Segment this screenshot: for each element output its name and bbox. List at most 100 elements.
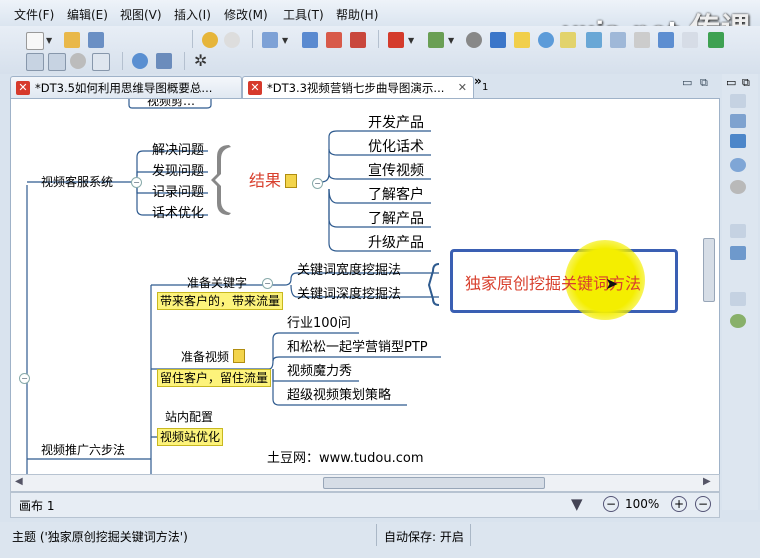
- boundary-icon[interactable]: [326, 32, 342, 48]
- panel-restore-icon-3[interactable]: [730, 292, 746, 306]
- sheet-tab[interactable]: 画布 1: [19, 497, 54, 514]
- node-site-config[interactable]: 站内配置: [165, 409, 213, 425]
- note-icon[interactable]: [285, 174, 298, 188]
- chevron-down-icon[interactable]: ▼: [46, 36, 52, 45]
- node-tudou[interactable]: 土豆网：www.tudou.com: [267, 451, 424, 467]
- tab-dt35[interactable]: ✕ *DT3.5如何利用思维导图概要总...: [10, 76, 242, 99]
- tab-dt33[interactable]: ✕ *DT3.3视频营销七步曲导图演示... ✕: [242, 76, 474, 99]
- node-video-child-1[interactable]: 行业100问: [287, 316, 351, 332]
- filter-icon[interactable]: ▼: [571, 495, 583, 513]
- partial-node-top[interactable]: 视频剪…: [147, 99, 195, 109]
- markers-icon[interactable]: [730, 246, 746, 260]
- node-result-child-5[interactable]: 了解产品: [368, 211, 424, 227]
- node-keyword-prep[interactable]: 准备关键字: [187, 275, 247, 291]
- node-result-child-3[interactable]: 宣传视频: [368, 163, 424, 179]
- copy-icon[interactable]: [682, 32, 698, 48]
- hyperlink-icon[interactable]: [490, 32, 506, 48]
- globe-icon[interactable]: [538, 32, 554, 48]
- save-icon[interactable]: [88, 32, 104, 48]
- properties-icon[interactable]: [730, 134, 746, 148]
- node-keyword-breadth[interactable]: 关键词宽度挖掘法: [297, 263, 401, 279]
- node-record-problem[interactable]: 记录问题: [152, 185, 204, 201]
- scroll-right-icon[interactable]: ▶: [703, 476, 711, 487]
- outline-view-icon[interactable]: [730, 114, 746, 128]
- panel-minimize-icon[interactable]: ▭: [726, 76, 736, 89]
- panel-maximize-icon[interactable]: ⧉: [742, 76, 750, 90]
- label-site-note[interactable]: 视频站优化: [157, 428, 224, 446]
- node-solve-problem[interactable]: 解决问题: [152, 143, 204, 159]
- chevron-down-icon[interactable]: ▼: [448, 36, 454, 45]
- menu-insert[interactable]: 插入(I): [174, 6, 211, 23]
- vertical-scroll-thumb[interactable]: [703, 238, 715, 302]
- horizontal-scrollbar[interactable]: ◀ ▶: [10, 474, 720, 492]
- node-keyword-depth[interactable]: 关键词深度挖掘法: [297, 287, 401, 303]
- menu-tools[interactable]: 工具(T): [283, 6, 324, 23]
- menu-file[interactable]: 文件(F): [14, 6, 54, 23]
- chevron-down-icon[interactable]: ▼: [408, 36, 414, 45]
- node-script-optimize[interactable]: 话术优化: [152, 206, 204, 222]
- export-icon[interactable]: [708, 32, 724, 48]
- panel-restore-icon[interactable]: [730, 94, 746, 108]
- table-icon[interactable]: [48, 53, 66, 71]
- mindmap-canvas[interactable]: 视频剪… 视频客服系统 − 解决问题 发现问题 记录问题 话术优化 结果 − 开…: [10, 98, 720, 476]
- cut-icon[interactable]: [634, 32, 650, 48]
- zoom-level[interactable]: 100%: [625, 497, 659, 511]
- redo-icon[interactable]: [224, 32, 240, 48]
- vertical-scrollbar[interactable]: [700, 98, 718, 474]
- search-icon[interactable]: [730, 158, 746, 172]
- share-icon[interactable]: [156, 53, 172, 69]
- node-video-child-3[interactable]: 视频魔力秀: [287, 364, 352, 380]
- collapse-toggle-icon[interactable]: −: [312, 178, 323, 189]
- menu-edit[interactable]: 编辑(E): [67, 6, 108, 23]
- label-icon[interactable]: [586, 32, 602, 48]
- tab-overflow-count[interactable]: 1: [482, 82, 488, 93]
- attachment-icon[interactable]: [466, 32, 482, 48]
- collapse-toggle-icon[interactable]: −: [131, 177, 142, 188]
- zoom-in-button[interactable]: +: [671, 496, 687, 512]
- maximize-icon[interactable]: ⧉: [700, 76, 708, 90]
- node-video-child-2[interactable]: 和松松一起学营销型PTP: [287, 340, 428, 356]
- label-video-note[interactable]: 留住客户，留住流量: [157, 369, 272, 387]
- node-result-child-1[interactable]: 开发产品: [368, 115, 424, 131]
- note-icon[interactable]: [233, 349, 246, 363]
- upload-icon[interactable]: [132, 53, 148, 69]
- open-folder-icon[interactable]: [64, 32, 80, 48]
- node-find-problem[interactable]: 发现问题: [152, 164, 204, 180]
- node-video-prep[interactable]: 准备视频: [181, 349, 246, 365]
- clock-icon[interactable]: [730, 180, 746, 194]
- collapse-toggle-icon[interactable]: −: [19, 373, 30, 384]
- zoom-out-button-2[interactable]: −: [695, 496, 711, 512]
- zoom-out-button[interactable]: −: [603, 496, 619, 512]
- menu-help[interactable]: 帮助(H): [336, 6, 378, 23]
- spreadsheet-icon[interactable]: [658, 32, 674, 48]
- node-video-promotion[interactable]: 视频推广六步法: [41, 442, 125, 458]
- menu-view[interactable]: 视图(V): [120, 6, 162, 23]
- undo-icon[interactable]: [202, 32, 218, 48]
- subtopic-icon[interactable]: [302, 32, 318, 48]
- new-icon[interactable]: [26, 32, 44, 50]
- audio-icon[interactable]: [560, 32, 576, 48]
- image-icon[interactable]: [428, 32, 444, 48]
- scroll-left-icon[interactable]: ◀: [15, 476, 23, 487]
- outline-icon[interactable]: [26, 53, 44, 71]
- node-video-child-4[interactable]: 超级视频策划策略: [287, 388, 391, 404]
- node-result[interactable]: 结果: [249, 173, 298, 189]
- style-icon[interactable]: [730, 314, 746, 328]
- label-keyword-note[interactable]: 带来客户的，带来流量: [157, 292, 284, 310]
- node-customer-service[interactable]: 视频客服系统: [41, 174, 113, 190]
- note-icon[interactable]: [514, 32, 530, 48]
- collapse-toggle-icon[interactable]: −: [262, 278, 273, 289]
- gear-icon[interactable]: ✲: [194, 53, 210, 69]
- clock-icon[interactable]: [70, 53, 86, 69]
- summary-icon[interactable]: [350, 32, 366, 48]
- close-tab-icon[interactable]: ✕: [458, 77, 467, 99]
- callout-topic[interactable]: 独家原创挖掘关键词方法 ➤: [450, 240, 678, 320]
- node-result-child-4[interactable]: 了解客户: [368, 187, 424, 203]
- tab-overflow-icon[interactable]: »: [474, 74, 482, 88]
- panel-restore-icon-2[interactable]: [730, 224, 746, 238]
- node-result-child-6[interactable]: 升级产品: [368, 235, 424, 251]
- relationship-icon[interactable]: [610, 32, 626, 48]
- node-result-child-2[interactable]: 优化话术: [368, 139, 424, 155]
- chevron-down-icon[interactable]: ▼: [282, 36, 288, 45]
- horizontal-scroll-thumb[interactable]: [323, 477, 545, 489]
